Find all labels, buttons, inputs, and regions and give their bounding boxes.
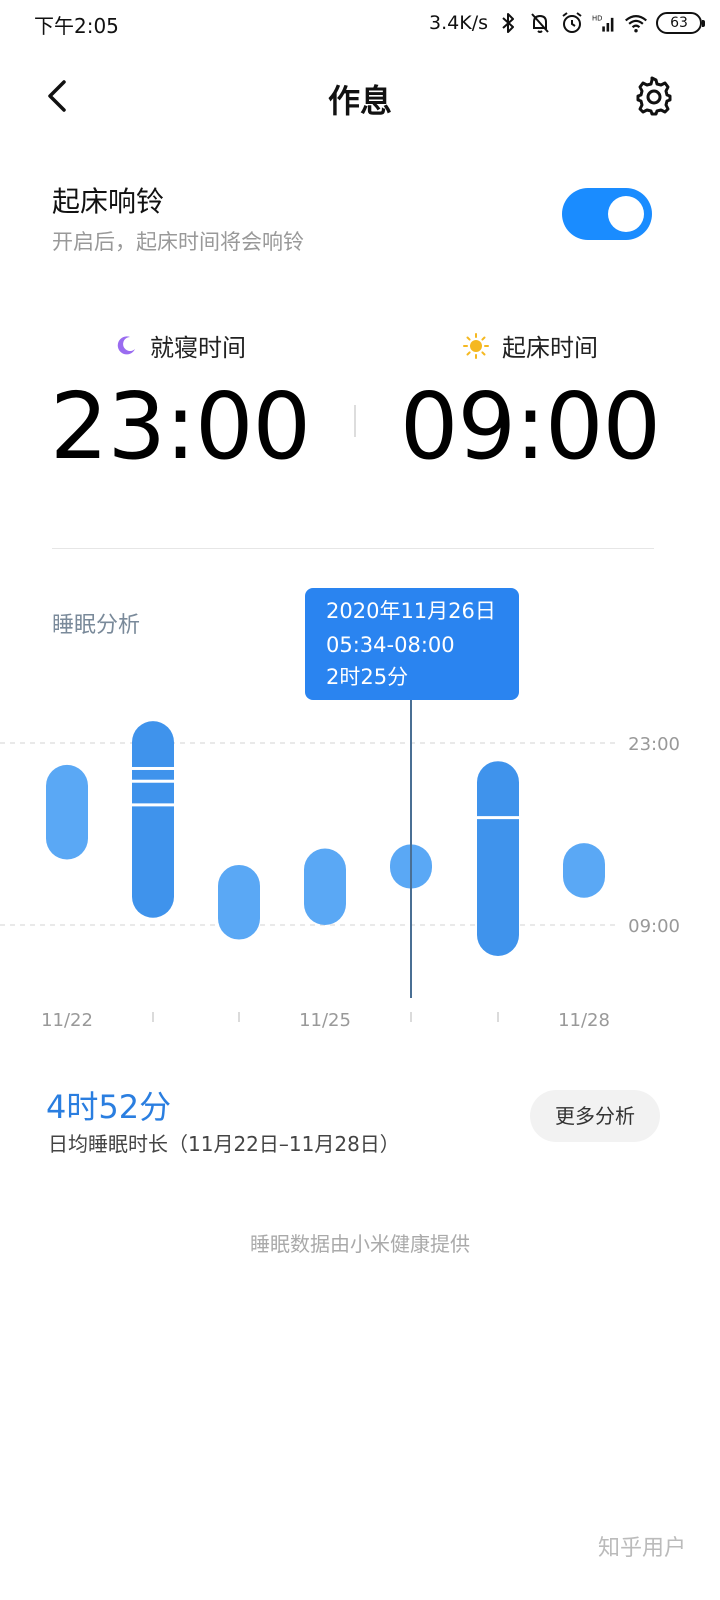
waketime-value: 09:00 (399, 373, 661, 480)
tooltip-duration: 2时25分 (326, 665, 408, 689)
more-analysis-button[interactable]: 更多分析 (530, 1090, 660, 1142)
sleep-bar (477, 761, 519, 956)
waketime-label: 起床时间 (502, 334, 598, 362)
y-tick-label: 23:00 (628, 734, 680, 755)
tooltip-date: 2020年11月26日 (326, 599, 496, 623)
sleep-bar-break (477, 816, 519, 820)
bedtime-block[interactable]: 就寝时间 23:00 (30, 328, 330, 480)
wake-alarm-toggle[interactable] (562, 188, 652, 240)
svg-text:HD: HD (592, 14, 602, 22)
waketime-block[interactable]: 起床时间 09:00 (380, 328, 680, 480)
bedtime-label: 就寝时间 (150, 334, 246, 362)
sleep-bar (132, 721, 174, 918)
moon-icon (117, 335, 135, 354)
sleep-bar (563, 843, 605, 898)
waketime-label-row: 起床时间 (380, 328, 680, 363)
data-provider-note: 睡眠数据由小米健康提供 (250, 1232, 470, 1256)
bedtime-label-row: 就寝时间 (30, 328, 330, 363)
watermark: 知乎用户 (597, 1536, 686, 1561)
x-tick-label: 11/25 (299, 1010, 351, 1031)
wake-alarm-row: 起床响铃 开启后，起床时间将会响铃 (52, 180, 662, 260)
nav-bar: 作息 (0, 60, 720, 132)
gear-icon[interactable] (630, 74, 674, 118)
sleep-bar-break (132, 779, 174, 783)
sleep-bar (46, 764, 88, 860)
bedtime-value: 23:00 (49, 373, 311, 480)
avg-sleep-duration: 4时52分 (46, 1088, 172, 1126)
network-speed: 3.4K/s (429, 12, 488, 34)
sun-icon (463, 332, 489, 359)
page-title: 作息 (327, 82, 392, 120)
sleep-bar (218, 864, 260, 940)
mute-bell-icon (531, 13, 549, 33)
sleep-bar (304, 848, 346, 925)
status-bar: 下午2:05 3.4K/s HD 63 (0, 0, 720, 48)
alarm-clock-icon (562, 12, 582, 33)
sleep-bar-break (132, 766, 174, 770)
wifi-icon (625, 15, 647, 33)
status-time: 下午2:05 (34, 14, 119, 38)
tooltip-range: 05:34-08:00 (326, 633, 455, 657)
battery-icon: 63 (656, 12, 705, 34)
bluetooth-icon (502, 13, 514, 33)
avg-sleep-label: 日均睡眠时长（11月22日–11月28日） (48, 1132, 400, 1156)
status-icons: 3.4K/s HD 63 (429, 9, 705, 37)
toggle-knob (608, 196, 644, 232)
time-divider (354, 405, 356, 437)
x-tick-label: 11/28 (558, 1010, 610, 1031)
sleep-chart[interactable]: 23:00 09:00 11/22 11/25 11/28 2020年11月26日 05:3… (0, 580, 720, 1040)
hd-signal-icon: HD (592, 14, 614, 32)
y-tick-label: 09:00 (628, 916, 680, 937)
section-divider (52, 548, 654, 549)
sleep-bar-break (132, 803, 174, 807)
x-tick-label: 11/22 (41, 1010, 93, 1031)
